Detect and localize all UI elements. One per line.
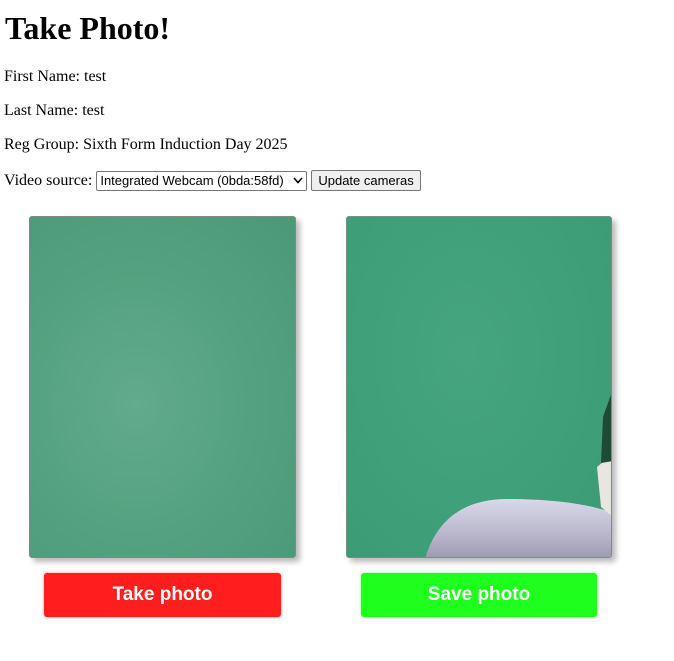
reg-group-label: Reg Group: bbox=[4, 136, 80, 153]
captured-photo bbox=[346, 216, 612, 558]
video-source-selected-value: Integrated Webcam (0bda:58fd) bbox=[100, 172, 284, 188]
video-source-select[interactable]: Integrated Webcam (0bda:58fd) bbox=[96, 170, 308, 191]
video-source-label: Video source: bbox=[4, 171, 93, 189]
page-title: Take Photo! bbox=[5, 10, 171, 46]
video-source-row: Video source: Integrated Webcam (0bda:58… bbox=[4, 170, 421, 191]
reg-group-value: Sixth Form Induction Day 2025 bbox=[83, 136, 288, 153]
chevron-down-icon bbox=[292, 175, 304, 187]
update-cameras-button[interactable]: Update cameras bbox=[311, 170, 421, 191]
reg-group-row: Reg Group: Sixth Form Induction Day 2025 bbox=[4, 135, 288, 155]
last-name-value: test bbox=[82, 102, 105, 119]
captured-photo-image bbox=[425, 394, 611, 557]
take-photo-button[interactable]: Take photo bbox=[44, 573, 281, 617]
save-photo-button[interactable]: Save photo bbox=[361, 573, 597, 617]
first-name-label: First Name: bbox=[4, 68, 80, 85]
first-name-row: First Name: test bbox=[4, 67, 106, 87]
video-feed bbox=[29, 216, 296, 558]
last-name-label: Last Name: bbox=[4, 102, 79, 119]
last-name-row: Last Name: test bbox=[4, 101, 104, 121]
first-name-value: test bbox=[84, 68, 107, 85]
